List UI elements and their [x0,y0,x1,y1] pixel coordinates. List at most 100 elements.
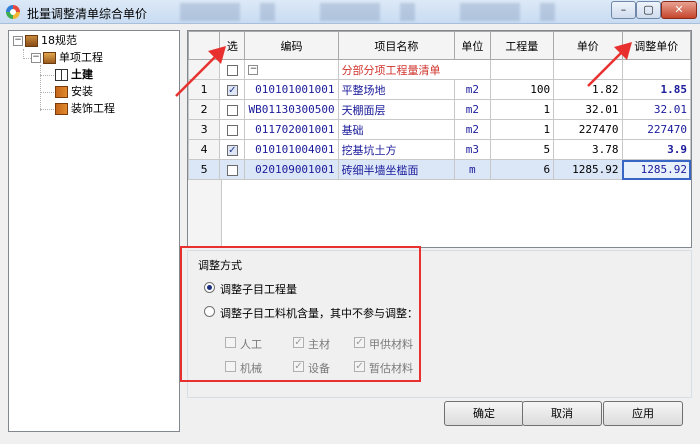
row-checkbox-checked[interactable]: ✓ [226,84,238,96]
item-code: 011702001001 [244,119,339,140]
item-price: 227470 [553,119,623,140]
item-price: 1.82 [553,79,623,100]
item-code: WB01130300500 [244,99,339,120]
tree-node-civil[interactable]: 土建 [55,67,93,83]
row-number: 2 [188,99,221,120]
tree-node-decoration[interactable]: 装饰工程 [55,101,115,117]
row-number: 5 [188,159,221,180]
select-cell[interactable] [219,59,246,80]
app-logo-icon [6,5,20,19]
column-header-unit[interactable]: 单位 [454,31,491,60]
item-unit: m2 [454,119,491,140]
table-header-row: 选 编码 项目名称 单位 工程量 单价 调整单价 [188,31,691,60]
open-book-icon [55,69,68,81]
table-row[interactable]: 3 011702001001 基础 m2 1 227470 227470 [188,119,691,140]
row-number-header [188,31,221,60]
tree-connector [40,75,54,76]
item-quantity: 1 [489,119,555,140]
tree-node-install[interactable]: 安装 [55,84,93,100]
project-icon [25,35,38,47]
tree-connector [23,58,31,59]
adjusted-price[interactable]: 32.01 [621,99,691,120]
item-name: 基础 [337,119,456,140]
row-header-filler [188,180,222,247]
tree-node-single-project[interactable]: − 单项工程 [31,50,103,66]
column-header-adjusted-price[interactable]: 调整单价 [621,31,691,60]
table-row[interactable]: 1 ✓ 010101001001 平整场地 m2 100 1.82 1.85 [188,79,691,100]
row-checkbox[interactable] [226,124,238,136]
column-header-quantity[interactable]: 工程量 [489,31,555,60]
tree-connector [40,65,41,111]
table-row[interactable]: 2 WB01130300500 天棚面层 m2 1 32.01 32.01 [188,99,691,120]
row-checkbox-checked[interactable]: ✓ [226,144,238,156]
select-cell[interactable] [219,119,246,140]
book-icon [55,86,68,98]
item-unit: m2 [454,99,491,120]
adjusted-price-editing[interactable]: 1285.92 [621,159,691,180]
column-header-code[interactable]: 编码 [244,31,339,60]
book-icon [55,103,68,115]
tree-node-root[interactable]: −18规范 [13,33,77,49]
adjusted-price[interactable]: 1.85 [621,79,691,100]
ok-button[interactable]: 确定 [444,401,524,426]
bill-items-table: 选 编码 项目名称 单位 工程量 单价 调整单价 − 分部分项工程量清单 1 ✓… [188,31,691,180]
column-header-name[interactable]: 项目名称 [337,31,456,60]
item-quantity: 5 [489,139,555,160]
item-code: 020109001001 [244,159,339,180]
table-row-selected[interactable]: 5 020109001001 砖细半墙坐槛面 m 6 1285.92 1285.… [188,159,691,180]
item-name: 天棚面层 [337,99,456,120]
background-window-blur [180,3,600,21]
column-header-select[interactable]: 选 [219,31,246,60]
item-name: 平整场地 [337,79,456,100]
group-label: 分部分项工程量清单 [337,59,491,80]
annotation-highlight-box [180,246,421,382]
select-cell[interactable]: ✓ [219,139,246,160]
tree-connector [40,92,54,93]
select-cell[interactable] [219,159,246,180]
item-quantity: 100 [489,79,555,100]
item-unit: m2 [454,79,491,100]
item-unit: m3 [454,139,491,160]
collapse-toggle-icon[interactable]: − [31,53,41,63]
group-expand-cell[interactable]: − [244,59,339,80]
maximize-button[interactable]: ▢ [636,1,661,19]
tree-connector [40,109,54,110]
row-number: 4 [188,139,221,160]
item-name: 挖基坑土方 [337,139,456,160]
row-number: 1 [188,79,221,100]
select-cell[interactable] [219,99,246,120]
collapse-toggle-icon[interactable]: − [248,65,259,75]
empty-cell [553,59,623,80]
column-header-price[interactable]: 单价 [553,31,623,60]
item-price: 3.78 [553,139,623,160]
select-cell[interactable]: ✓ [219,79,246,100]
item-price: 32.01 [553,99,623,120]
cancel-button[interactable]: 取消 [522,401,602,426]
title-bar: 批量调整清单综合单价 – ▢ ✕ [0,0,700,24]
collapse-toggle-icon[interactable]: − [13,36,23,46]
item-code: 010101001001 [244,79,339,100]
row-checkbox[interactable] [226,104,238,116]
row-checkbox[interactable] [226,164,238,176]
close-button[interactable]: ✕ [661,1,697,19]
adjusted-price[interactable]: 3.9 [621,139,691,160]
building-icon [43,52,56,64]
item-name: 砖细半墙坐槛面 [337,159,456,180]
group-row[interactable]: − 分部分项工程量清单 [188,59,691,80]
empty-cell [621,59,691,80]
item-quantity: 6 [489,159,555,180]
adjusted-price[interactable]: 227470 [621,119,691,140]
item-price: 1285.92 [553,159,623,180]
minimize-button[interactable]: – [611,1,636,19]
project-tree[interactable]: −18规范 − 单项工程 土建 安装 装饰工程 [8,30,180,432]
row-checkbox[interactable] [226,64,238,76]
apply-button[interactable]: 应用 [603,401,683,426]
bill-items-grid[interactable]: 选 编码 项目名称 单位 工程量 单价 调整单价 − 分部分项工程量清单 1 ✓… [187,30,692,248]
table-row[interactable]: 4 ✓ 010101004001 挖基坑土方 m3 5 3.78 3.9 [188,139,691,160]
row-number [188,59,221,80]
item-quantity: 1 [489,99,555,120]
row-number: 3 [188,119,221,140]
item-code: 010101004001 [244,139,339,160]
empty-cell [489,59,555,80]
item-unit: m [454,159,491,180]
